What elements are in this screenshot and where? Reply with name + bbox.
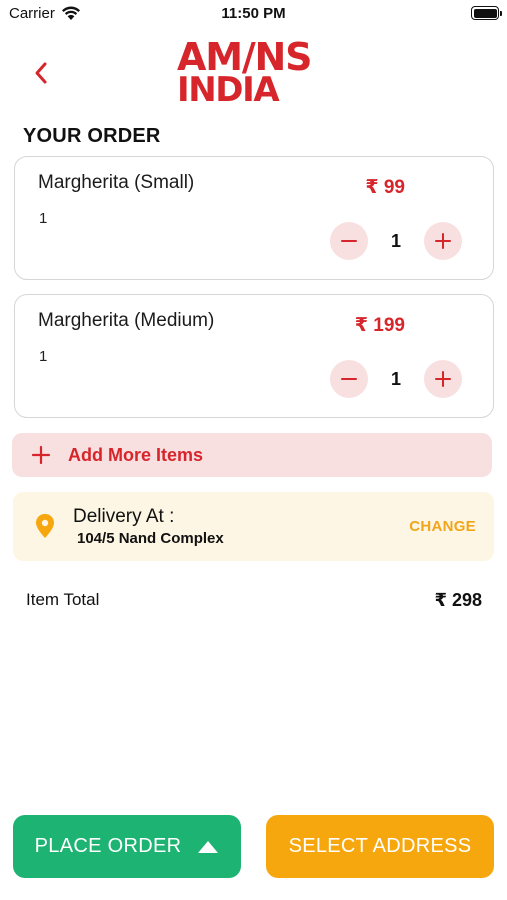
item-name: Margherita (Small) (38, 172, 195, 193)
plus-icon (435, 371, 451, 387)
delivery-address-card: Delivery At : 104/5 Nand Complex CHANGE (13, 492, 494, 561)
select-address-label: SELECT ADDRESS (288, 835, 472, 857)
add-more-items-label: Add More Items (68, 444, 204, 465)
item-price: ₹ 99 (365, 177, 405, 198)
location-pin-icon (36, 514, 54, 538)
delivery-label: Delivery At : (73, 506, 175, 527)
increase-quantity-button[interactable] (424, 360, 462, 398)
status-time: 11:50 PM (221, 5, 286, 22)
item-name: Margherita (Medium) (38, 310, 215, 331)
item-price: ₹ 199 (354, 315, 405, 336)
back-button[interactable] (26, 58, 56, 88)
minus-icon (341, 240, 357, 242)
order-item-card: Margherita (Small) 1 ₹ 99 1 (14, 156, 494, 280)
order-item-card: Margherita (Medium) 1 ₹ 199 1 (14, 294, 494, 418)
item-total-row: Item Total ₹ 298 (26, 590, 482, 614)
place-order-button[interactable]: PLACE ORDER (13, 815, 241, 878)
add-more-items-button[interactable]: Add More Items (12, 433, 492, 477)
change-address-button[interactable]: CHANGE (409, 518, 476, 535)
decrease-quantity-button[interactable] (330, 222, 368, 260)
status-bar: Carrier 11:50 PM (0, 0, 507, 28)
quantity-value: 1 (390, 231, 401, 251)
quantity-value: 1 (390, 369, 401, 389)
place-order-label: PLACE ORDER (34, 835, 182, 857)
decrease-quantity-button[interactable] (330, 360, 368, 398)
select-address-button[interactable]: SELECT ADDRESS (266, 815, 494, 878)
plus-icon (31, 445, 51, 465)
quantity-stepper: 1 (330, 360, 462, 398)
increase-quantity-button[interactable] (424, 222, 462, 260)
minus-icon (341, 378, 357, 380)
item-total-label: Item Total (26, 590, 100, 609)
chevron-left-icon (35, 62, 47, 84)
item-total-value: ₹ 298 (434, 590, 482, 610)
item-quantity-text: 1 (39, 210, 48, 227)
plus-icon (435, 233, 451, 249)
item-quantity-text: 1 (39, 348, 48, 365)
caret-up-icon (198, 840, 219, 853)
battery-icon (471, 6, 502, 20)
delivery-address: 104/5 Nand Complex (77, 530, 224, 547)
quantity-stepper: 1 (330, 222, 462, 260)
logo-line-2: INDIA (177, 69, 280, 110)
page-title: YOUR ORDER (23, 125, 161, 147)
brand-logo: AM/NS INDIA (177, 38, 312, 110)
